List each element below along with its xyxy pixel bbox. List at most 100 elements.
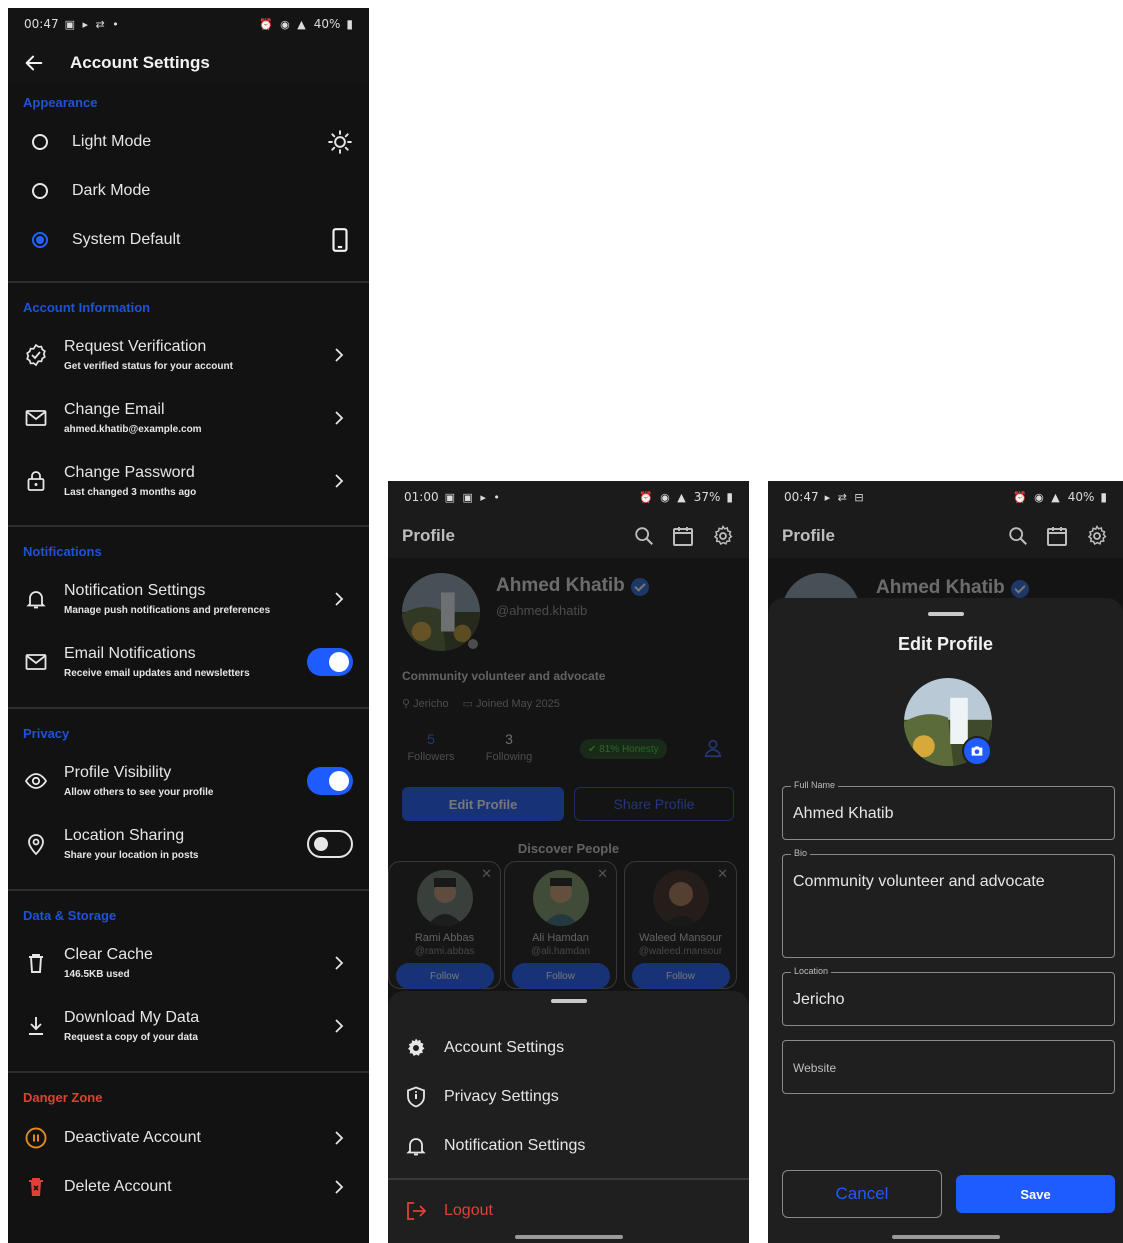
followers-stat[interactable]: 5 Followers — [402, 731, 460, 763]
person-handle: @ali.hamdan — [530, 946, 591, 957]
options-bottom-sheet: Account Settings Privacy Settings Notifi… — [388, 991, 749, 1243]
request-verification-row[interactable]: Request Verification Get verified status … — [8, 323, 369, 386]
profile-joined: Joined May 2025 — [476, 698, 560, 710]
follow-button[interactable]: Follow — [395, 963, 494, 989]
option-light-mode[interactable]: Light Mode — [8, 117, 369, 166]
radio-button-selected[interactable] — [32, 231, 48, 248]
profile-avatar[interactable] — [402, 573, 480, 651]
website-field[interactable]: Website — [782, 1040, 1115, 1094]
field-placeholder: Website — [793, 1061, 837, 1075]
delete-account-row[interactable]: Delete Account — [8, 1162, 369, 1211]
save-button[interactable]: Save — [956, 1175, 1115, 1213]
status-notification-icons: ▣ ▣ ▸ • — [444, 490, 502, 504]
follow-button[interactable]: Follow — [631, 963, 730, 989]
option-label: Light Mode — [72, 132, 152, 150]
deactivate-account-row[interactable]: Deactivate Account — [8, 1113, 369, 1162]
close-icon[interactable]: ✕ — [481, 866, 492, 882]
user-icon[interactable] — [702, 737, 724, 759]
calendar-icon[interactable] — [1045, 524, 1069, 548]
battery-icon: ▮ — [346, 17, 353, 31]
change-email-row[interactable]: Change Email ahmed.khatib@example.com — [8, 386, 369, 449]
status-signal-icons: ⏰ ◉ ▲ — [638, 490, 688, 504]
cancel-button[interactable]: Cancel — [782, 1170, 942, 1218]
row-title: Profile Visibility — [64, 763, 172, 781]
chevron-right-icon — [331, 473, 347, 489]
data-storage-section: Data & Storage Clear Cache 146.5KB used D… — [8, 891, 369, 1073]
mail-icon — [24, 406, 48, 430]
search-icon[interactable] — [633, 525, 655, 547]
following-stat[interactable]: 3 Following — [480, 731, 538, 763]
location-sharing-toggle[interactable] — [307, 829, 353, 858]
person-card[interactable]: ✕ Rami Abbas @rami.abbas Follow — [388, 861, 501, 989]
sheet-title: Edit Profile — [897, 634, 993, 654]
download-data-row[interactable]: Download My Data Request a copy of your d… — [8, 994, 369, 1057]
status-time: 01:00 — [404, 490, 439, 504]
person-card[interactable]: ✕ Ali Hamdan @ali.hamdan Follow — [504, 861, 617, 989]
bell-icon — [24, 587, 48, 611]
field-label: Bio — [791, 848, 811, 858]
profile-visibility-row: Profile Visibility Allow others to see yo… — [8, 749, 369, 812]
section-header-appearance: Appearance — [23, 95, 98, 110]
location-pin-icon: ⚲ Jericho — [402, 698, 449, 710]
page-title: Profile — [782, 525, 835, 545]
menu-account-settings[interactable]: Account Settings — [388, 1023, 749, 1072]
row-title: Change Password — [64, 463, 195, 481]
drag-handle[interactable] — [927, 612, 964, 616]
clear-cache-row[interactable]: Clear Cache 146.5KB used — [8, 931, 369, 994]
menu-logout[interactable]: Logout — [388, 1186, 749, 1235]
radio-button[interactable] — [32, 182, 48, 199]
full-name-field[interactable]: Full Name Ahmed Khatib — [782, 780, 1115, 840]
follow-button[interactable]: Follow — [511, 963, 610, 989]
profile-meta: ⚲ Jericho ▭ Joined May 2025 — [402, 697, 560, 710]
row-title: Notification Settings — [64, 581, 206, 599]
bio-field[interactable]: Bio Community volunteer and advocate — [782, 848, 1115, 958]
notification-settings-row[interactable]: Notification Settings Manage push notific… — [8, 567, 369, 630]
section-header-danger: Danger Zone — [23, 1090, 103, 1105]
back-arrow-icon[interactable] — [20, 49, 48, 77]
menu-privacy-settings[interactable]: Privacy Settings — [388, 1072, 749, 1121]
profile-bio: Community volunteer and advocate — [402, 669, 606, 683]
camera-icon[interactable] — [962, 736, 992, 766]
close-icon[interactable]: ✕ — [597, 866, 608, 882]
status-signal-icons: ⏰ ◉ ▲ — [1012, 490, 1062, 504]
edit-profile-screen: 00:47 ▸ ⇄ ⊟ ⏰ ◉ ▲ 40% ▮ Profile Ahmed Khati… — [768, 481, 1123, 1243]
close-icon[interactable]: ✕ — [717, 866, 728, 882]
page-title: Account Settings — [70, 52, 210, 72]
status-battery: 37% — [693, 490, 721, 504]
field-value: Community volunteer and advocate — [793, 873, 1045, 890]
field-label: Location — [791, 966, 832, 976]
option-dark-mode[interactable]: Dark Mode — [8, 166, 369, 215]
row-title: Delete Account — [64, 1177, 172, 1195]
edit-profile-button[interactable]: Edit Profile — [402, 787, 564, 821]
radio-button[interactable] — [32, 133, 48, 150]
change-password-row[interactable]: Change Password Last changed 3 months ago — [8, 449, 369, 512]
email-notifications-toggle[interactable] — [307, 647, 353, 676]
chevron-right-icon — [331, 1130, 347, 1146]
section-header-account: Account Information — [23, 300, 151, 315]
share-profile-button[interactable]: Share Profile — [574, 787, 734, 821]
chevron-right-icon — [331, 410, 347, 426]
trash-icon — [24, 951, 48, 975]
search-icon[interactable] — [1007, 525, 1029, 547]
person-card[interactable]: ✕ Waleed Mansour @waleed.mansour Follow — [624, 861, 737, 989]
menu-notification-settings[interactable]: Notification Settings — [388, 1121, 749, 1170]
status-battery: 40% — [1067, 490, 1095, 504]
option-system-default[interactable]: System Default — [8, 215, 369, 264]
row-subtitle: Last changed 3 months ago — [64, 486, 197, 498]
sun-icon — [328, 129, 352, 154]
gear-icon[interactable] — [711, 524, 735, 548]
location-field[interactable]: Location Jericho — [782, 966, 1115, 1026]
row-subtitle: 146.5KB used — [64, 968, 130, 980]
row-subtitle: Manage push notifications and preference… — [64, 604, 271, 616]
verified-check-icon — [630, 577, 649, 596]
logout-icon — [407, 1201, 427, 1220]
gesture-bar — [891, 1235, 1000, 1239]
section-header-storage: Data & Storage — [23, 908, 117, 923]
section-header-notifications: Notifications — [23, 544, 102, 559]
avatar — [532, 870, 589, 926]
gear-icon[interactable] — [1085, 524, 1109, 548]
calendar-icon[interactable] — [671, 524, 695, 548]
profile-visibility-toggle[interactable] — [307, 766, 353, 795]
avatar — [652, 870, 709, 926]
logout-label: Logout — [444, 1201, 493, 1219]
